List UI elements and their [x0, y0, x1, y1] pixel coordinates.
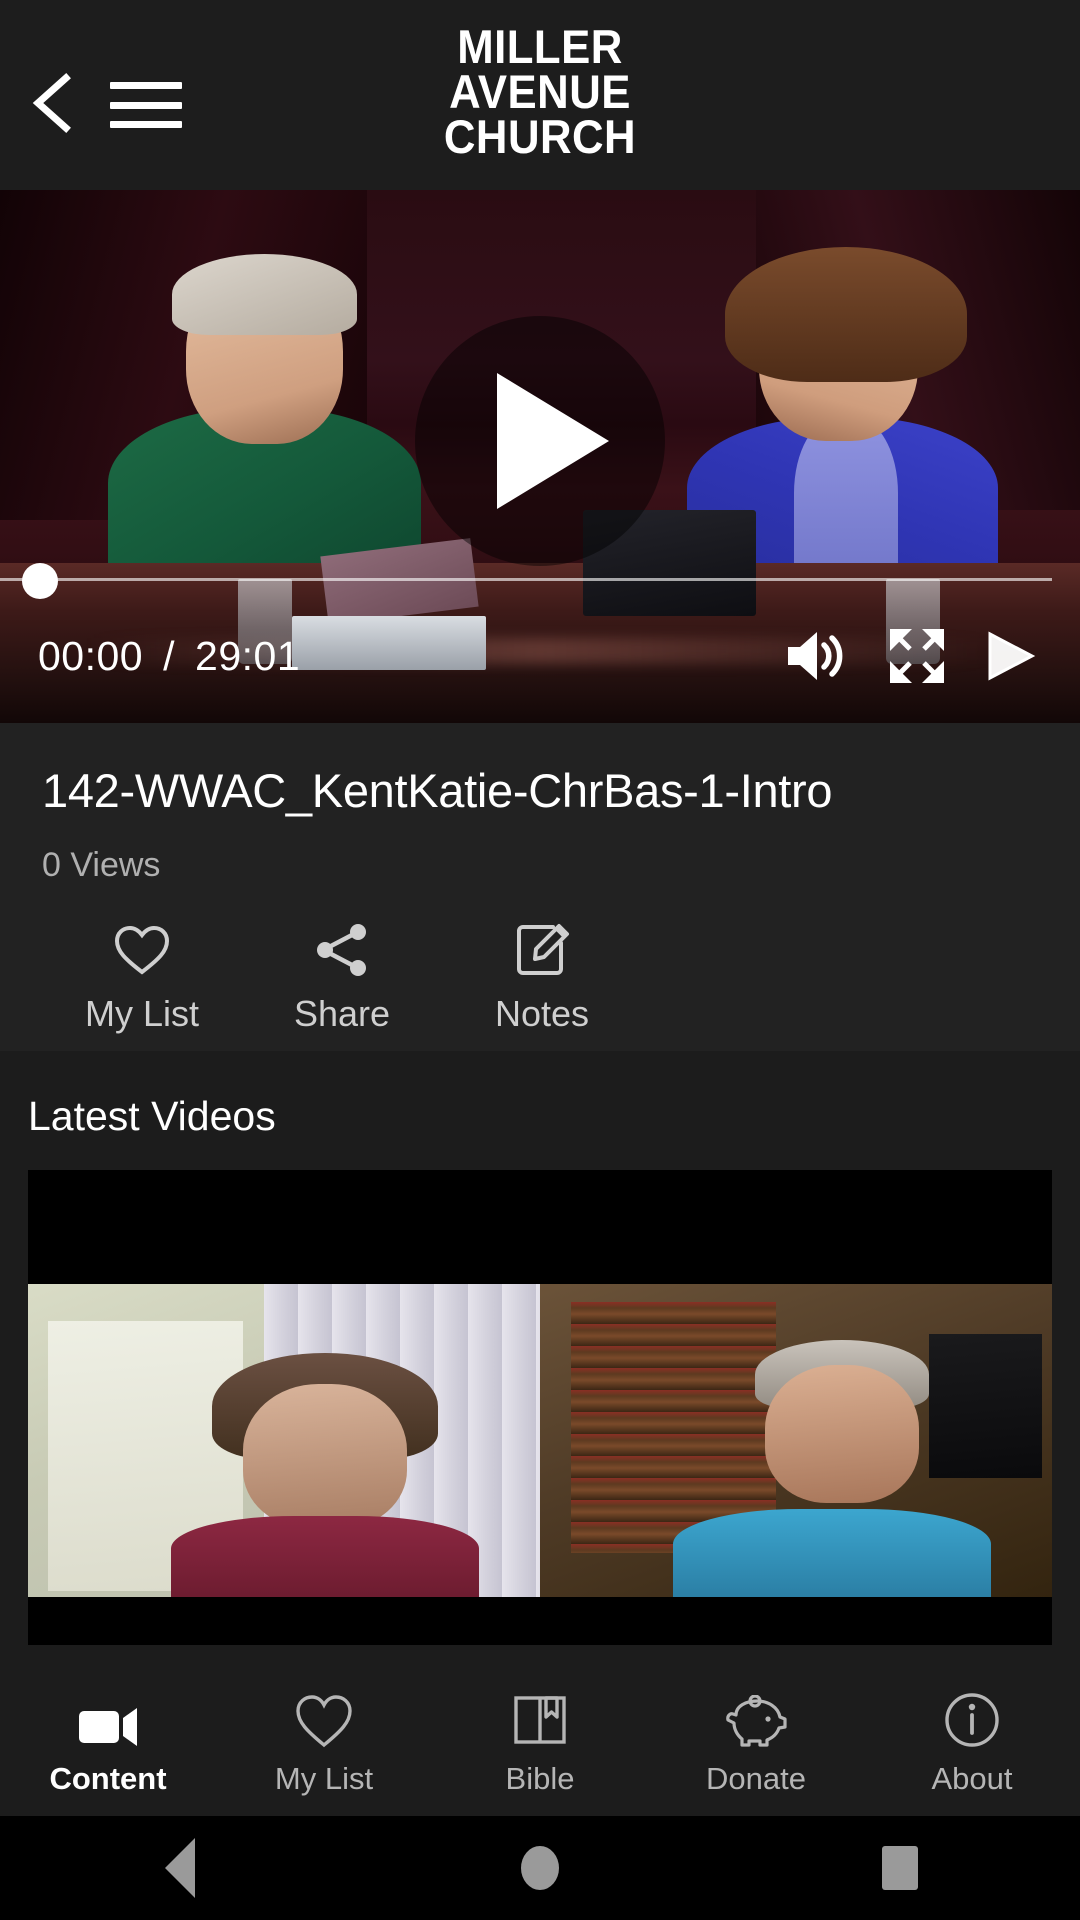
thumbnail-letterbox-top	[28, 1169, 1052, 1284]
thumbnail-monitor	[929, 1333, 1042, 1478]
tab-my-list[interactable]: My List	[216, 1685, 432, 1797]
thumbnail-letterbox-bottom	[28, 1597, 1052, 1645]
tab-bible[interactable]: Bible	[432, 1685, 648, 1797]
time-display: 00:00 / 29:01	[38, 633, 300, 680]
my-list-action-label: My List	[84, 992, 199, 1034]
play-triangle-icon	[497, 372, 609, 509]
tab-content-label: Content	[49, 1761, 167, 1796]
heart-outline-icon	[113, 919, 171, 981]
thumbnail-person-left-body	[171, 1515, 479, 1598]
video-player[interactable]: 00:00 / 29:01	[0, 190, 1080, 723]
tab-about[interactable]: About	[864, 1685, 1080, 1797]
notes-action-button[interactable]: Notes	[442, 919, 642, 1035]
progress-thumb[interactable]	[22, 563, 58, 599]
app-logo: MILLER AVENUE CHURCH	[38, 20, 1042, 164]
share-action-label: Share	[293, 992, 391, 1034]
player-control-buttons	[784, 627, 1080, 685]
volume-icon	[788, 632, 843, 680]
app-screen: MILLER AVENUE CHURCH 00:00 / 29:01 142-W…	[0, 0, 1080, 1920]
android-back-button[interactable]	[0, 1838, 360, 1898]
note-pencil-icon	[513, 919, 571, 981]
play-button[interactable]	[415, 315, 665, 566]
latest-videos-heading: Latest Videos	[28, 1092, 276, 1139]
duration: 29:01	[195, 632, 301, 679]
video-title: 142-WWAC_KentKatie-ChrBas-1-Intro	[42, 764, 833, 817]
video-info-panel: 142-WWAC_KentKatie-ChrBas-1-Intro 0 View…	[0, 723, 1080, 1051]
tab-my-list-label: My List	[274, 1761, 374, 1796]
video-camera-icon	[77, 1685, 139, 1749]
progress-track	[0, 578, 1052, 581]
android-back-icon	[165, 1838, 195, 1898]
share-action-button[interactable]: Share	[242, 919, 442, 1035]
video-actions: My List Share Notes	[42, 919, 1038, 1051]
android-system-nav	[0, 1816, 1080, 1920]
tab-content[interactable]: Content	[0, 1685, 216, 1797]
app-header: MILLER AVENUE CHURCH	[0, 0, 1080, 190]
tab-donate-label: Donate	[706, 1761, 806, 1796]
thumbnail-pane-left	[28, 1283, 540, 1598]
time-separator: /	[163, 632, 176, 679]
video-thumbnail[interactable]	[28, 1169, 1052, 1645]
share-nodes-icon	[313, 919, 371, 981]
logo-line-3: CHURCH	[443, 110, 637, 164]
tab-bible-label: Bible	[505, 1761, 575, 1796]
tab-about-label: About	[931, 1761, 1013, 1796]
logo-line-1: MILLER	[457, 20, 623, 73]
thumbnail-pane-right	[540, 1283, 1052, 1598]
latest-videos-section: Latest Videos	[0, 1050, 1080, 1666]
scene-person-left-hair	[171, 253, 358, 335]
info-circle-icon	[943, 1685, 1001, 1749]
android-recents-icon	[882, 1846, 918, 1890]
heart-outline-icon	[294, 1685, 354, 1749]
android-home-icon	[521, 1846, 559, 1890]
bottom-tab-bar: Content My List Bible Donate About	[0, 1666, 1080, 1816]
android-home-button[interactable]	[360, 1846, 720, 1890]
fullscreen-icon	[890, 629, 944, 683]
thumbnail-person-left-head	[243, 1383, 407, 1529]
player-controls: 00:00 / 29:01	[0, 617, 1080, 695]
current-time: 00:00	[38, 632, 144, 679]
volume-button[interactable]	[784, 628, 846, 684]
cast-icon	[988, 631, 1036, 681]
bible-book-icon	[512, 1685, 568, 1749]
fullscreen-button[interactable]	[888, 627, 946, 685]
notes-action-label: Notes	[494, 992, 590, 1034]
progress-scrubber[interactable]	[0, 557, 1080, 603]
tab-donate[interactable]: Donate	[648, 1685, 864, 1797]
cast-button[interactable]	[988, 628, 1046, 684]
logo-line-2: AVENUE	[449, 65, 631, 119]
scene-person-right-hair	[724, 247, 967, 382]
view-count: 0 Views	[42, 845, 161, 884]
my-list-action-button[interactable]: My List	[42, 919, 242, 1035]
android-recents-button[interactable]	[720, 1846, 1080, 1890]
thumbnail-person-right-head	[765, 1365, 919, 1504]
thumbnail-person-right-body	[673, 1509, 991, 1598]
piggy-bank-icon	[724, 1685, 788, 1749]
